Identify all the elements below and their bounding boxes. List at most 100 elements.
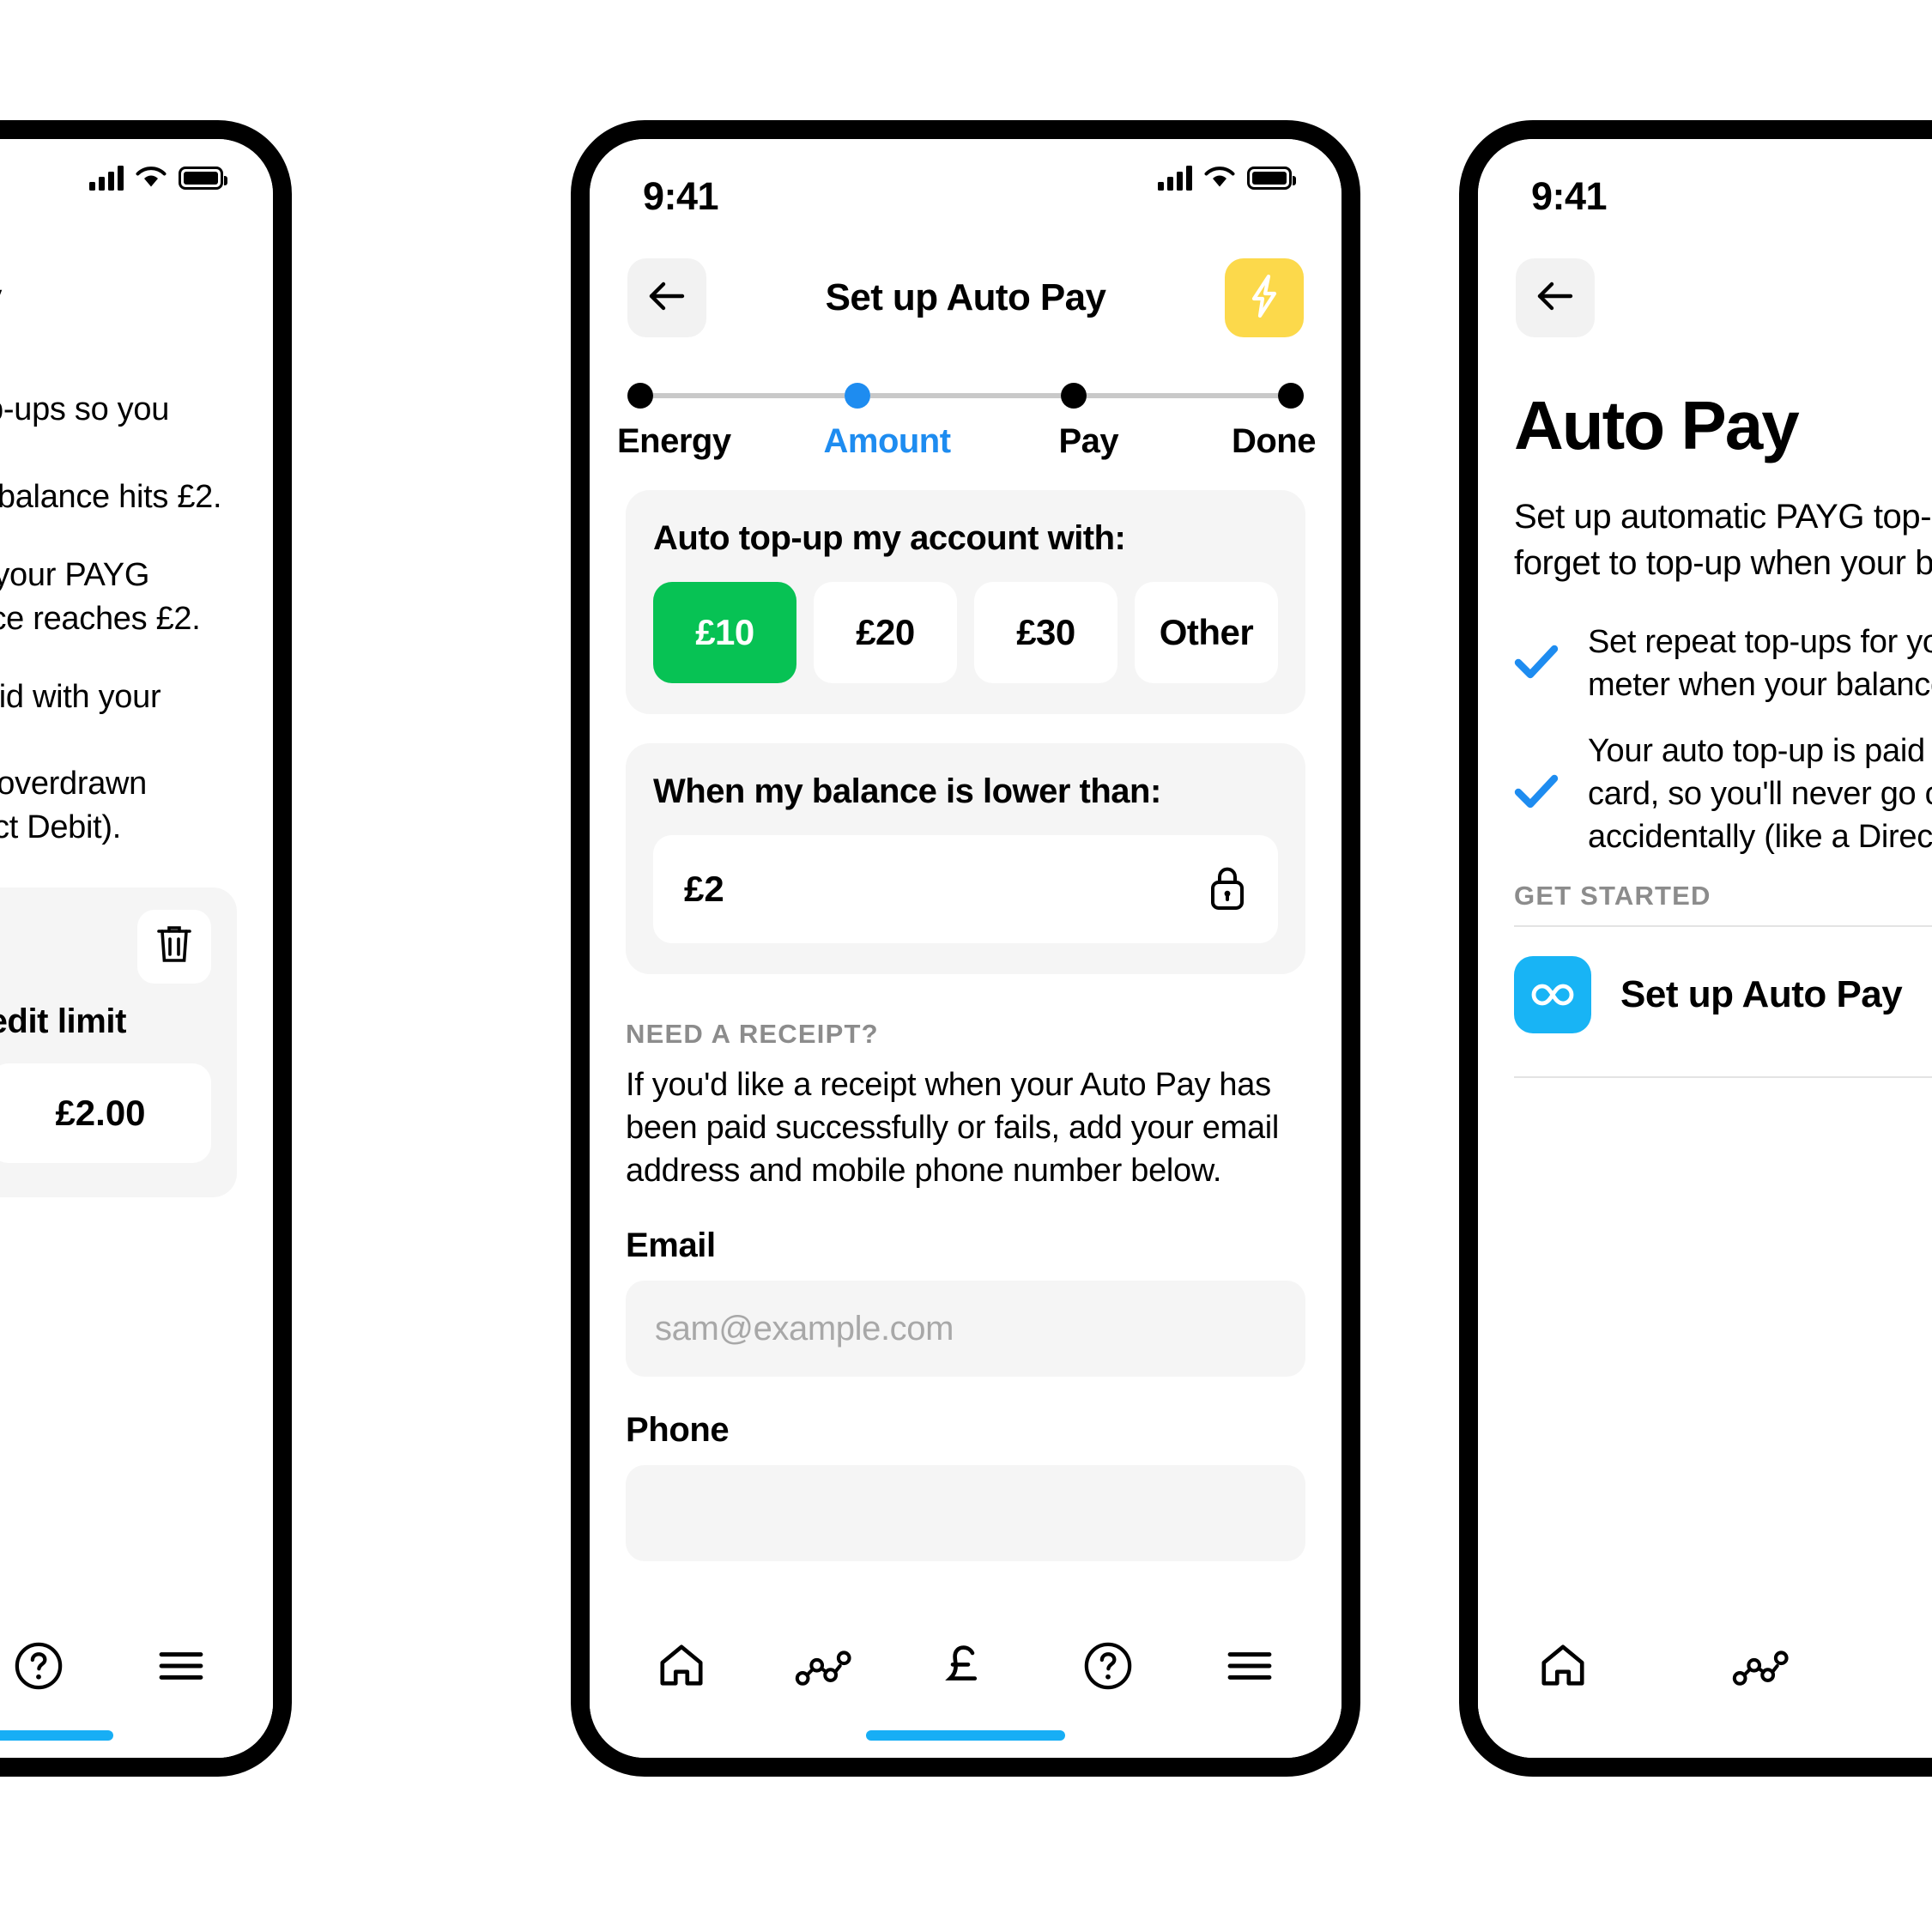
stepper-labels: Energy Amount Pay Done	[617, 422, 1316, 461]
status-bar: 9:41	[590, 139, 1341, 232]
phone-input[interactable]	[626, 1465, 1305, 1562]
left-navbar: Auto Pay	[0, 232, 273, 348]
check-icon	[1514, 773, 1559, 814]
threshold-value: £2	[684, 869, 724, 909]
page-title: Auto Pay	[0, 276, 273, 319]
tab-help[interactable]	[0, 1629, 86, 1706]
home-indicator	[0, 1730, 113, 1741]
topup-card-title: Auto top-up my account with:	[653, 519, 1126, 557]
benefit-text: Your auto top-up is paid card, so you'll…	[1588, 732, 1932, 855]
tab-payments[interactable]	[1911, 1629, 1932, 1706]
progress-stepper: Energy Amount Pay Done	[590, 348, 1341, 461]
trash-icon	[154, 923, 195, 972]
back-button[interactable]	[627, 258, 706, 337]
status-indicators	[1158, 165, 1296, 191]
left-paragraph-1: c PAYG top-ups so you never when your ba…	[0, 391, 222, 515]
battery-icon	[1247, 166, 1296, 190]
email-input[interactable]: sam@example.com	[626, 1281, 1305, 1378]
amount-option-10[interactable]: £10	[653, 582, 796, 683]
tab-help[interactable]	[1061, 1629, 1155, 1706]
step-label-done: Done	[1231, 422, 1317, 460]
get-started-item-setup-auto-pay[interactable]: Set up Auto Pay	[1514, 927, 1932, 1063]
help-icon	[14, 1641, 64, 1695]
step-line-1	[653, 393, 845, 398]
amount-option-30[interactable]: £30	[974, 582, 1117, 683]
usage-chart-icon	[1732, 1644, 1789, 1692]
boost-button[interactable]	[1225, 258, 1304, 337]
divider-bottom	[1514, 1075, 1932, 1078]
home-icon	[1538, 1642, 1588, 1694]
phone-left-screen: Auto Pay c PAYG top-ups so you never whe…	[0, 139, 273, 1758]
infinity-icon	[1514, 955, 1591, 1033]
tab-usage[interactable]	[776, 1629, 870, 1706]
tab-menu[interactable]	[1202, 1629, 1297, 1706]
tab-home[interactable]	[1516, 1629, 1610, 1706]
credit-limit-value[interactable]: £2.00	[0, 1063, 211, 1164]
left-tabbar	[0, 1612, 273, 1758]
step-dot-energy[interactable]	[627, 383, 653, 409]
home-icon	[657, 1642, 706, 1694]
tab-usage[interactable]	[1713, 1629, 1808, 1706]
step-label-energy: Energy	[617, 422, 731, 460]
threshold-card-title: When my balance is lower than:	[653, 772, 1161, 810]
get-started-item-label: Set up Auto Pay	[1620, 972, 1903, 1015]
credit-limit-label: Credit limit	[0, 1002, 127, 1041]
benefit-row: Your auto top-up is paid card, so you'll…	[1514, 730, 1932, 858]
step-label-pay: Pay	[1058, 422, 1119, 460]
left-content: c PAYG top-ups so you never when your ba…	[0, 348, 273, 1198]
status-indicators	[89, 165, 227, 191]
help-icon	[1083, 1641, 1133, 1695]
lightning-bolt-icon	[1247, 273, 1281, 324]
phone-label: Phone	[626, 1411, 730, 1450]
status-bar: 9:41	[1478, 139, 1932, 232]
step-dot-done[interactable]	[1278, 383, 1305, 409]
step-dot-pay[interactable]	[1061, 383, 1087, 409]
credit-limit-card: Credit limit £2.00	[0, 887, 237, 1198]
cellular-signal-icon	[1158, 165, 1192, 191]
middle-tabbar	[590, 1612, 1341, 1758]
step-dot-amount[interactable]	[844, 383, 870, 409]
middle-navbar: Set up Auto Pay	[590, 232, 1341, 348]
benefit-row: Set repeat top-ups for yo meter when you…	[1514, 621, 1932, 706]
status-bar	[0, 139, 273, 232]
receipt-section-label: NEED A RECEIPT?	[626, 1019, 879, 1049]
home-indicator	[866, 1730, 1065, 1741]
email-label: Email	[626, 1226, 716, 1265]
amount-option-20[interactable]: £20	[814, 582, 957, 683]
middle-content: Auto top-up my account with: £10 £20 £30…	[590, 490, 1341, 1562]
delete-button[interactable]	[137, 910, 211, 984]
step-label-amount: Amount	[823, 422, 951, 460]
stepper-track	[627, 383, 1305, 409]
status-time: 9:41	[643, 174, 719, 218]
topup-amount-options: £10 £20 £30 Other	[653, 582, 1278, 683]
phone-middle: 9:41 Set up Auto Pay Energy Amount Pay D…	[571, 120, 1360, 1777]
tab-home[interactable]	[634, 1629, 729, 1706]
left-paragraph-3: op-up is paid with your bank ll never go…	[0, 678, 161, 846]
left-paragraph-2: op-ups for your PAYG your balance reache…	[0, 556, 201, 637]
back-arrow-icon	[1535, 279, 1576, 318]
step-line-3	[1087, 393, 1279, 398]
back-button[interactable]	[1516, 258, 1595, 337]
phone-middle-screen: 9:41 Set up Auto Pay Energy Amount Pay D…	[590, 139, 1341, 1758]
phone-left: Auto Pay c PAYG top-ups so you never whe…	[0, 120, 292, 1777]
threshold-field[interactable]: £2	[653, 835, 1278, 943]
cellular-signal-icon	[89, 165, 124, 191]
battery-icon	[179, 166, 227, 190]
screenshot-stage: Auto Pay c PAYG top-ups so you never whe…	[0, 0, 1932, 1932]
amount-option-other[interactable]: Other	[1135, 582, 1278, 683]
menu-icon	[1225, 1648, 1275, 1688]
check-icon	[1514, 644, 1559, 684]
phone-right: 9:41 Auto Pay Auto Pay Set up automatic …	[1459, 120, 1932, 1777]
email-placeholder: sam@example.com	[655, 1309, 954, 1348]
get-started-label: GET STARTED	[1514, 880, 1711, 911]
wifi-icon	[1204, 166, 1235, 190]
tab-payments[interactable]	[918, 1629, 1013, 1706]
intro-text: Set up automatic PAYG top-u forget to to…	[1514, 498, 1932, 582]
step-line-2	[869, 393, 1062, 398]
balance-threshold-card: When my balance is lower than: £2	[626, 743, 1305, 974]
topup-amount-card: Auto top-up my account with: £10 £20 £30…	[626, 490, 1305, 714]
benefits-list: Set repeat top-ups for yo meter when you…	[1514, 621, 1932, 858]
benefit-text: Set repeat top-ups for yo meter when you…	[1588, 624, 1932, 704]
tab-menu[interactable]	[134, 1629, 228, 1706]
lock-icon	[1208, 863, 1247, 916]
